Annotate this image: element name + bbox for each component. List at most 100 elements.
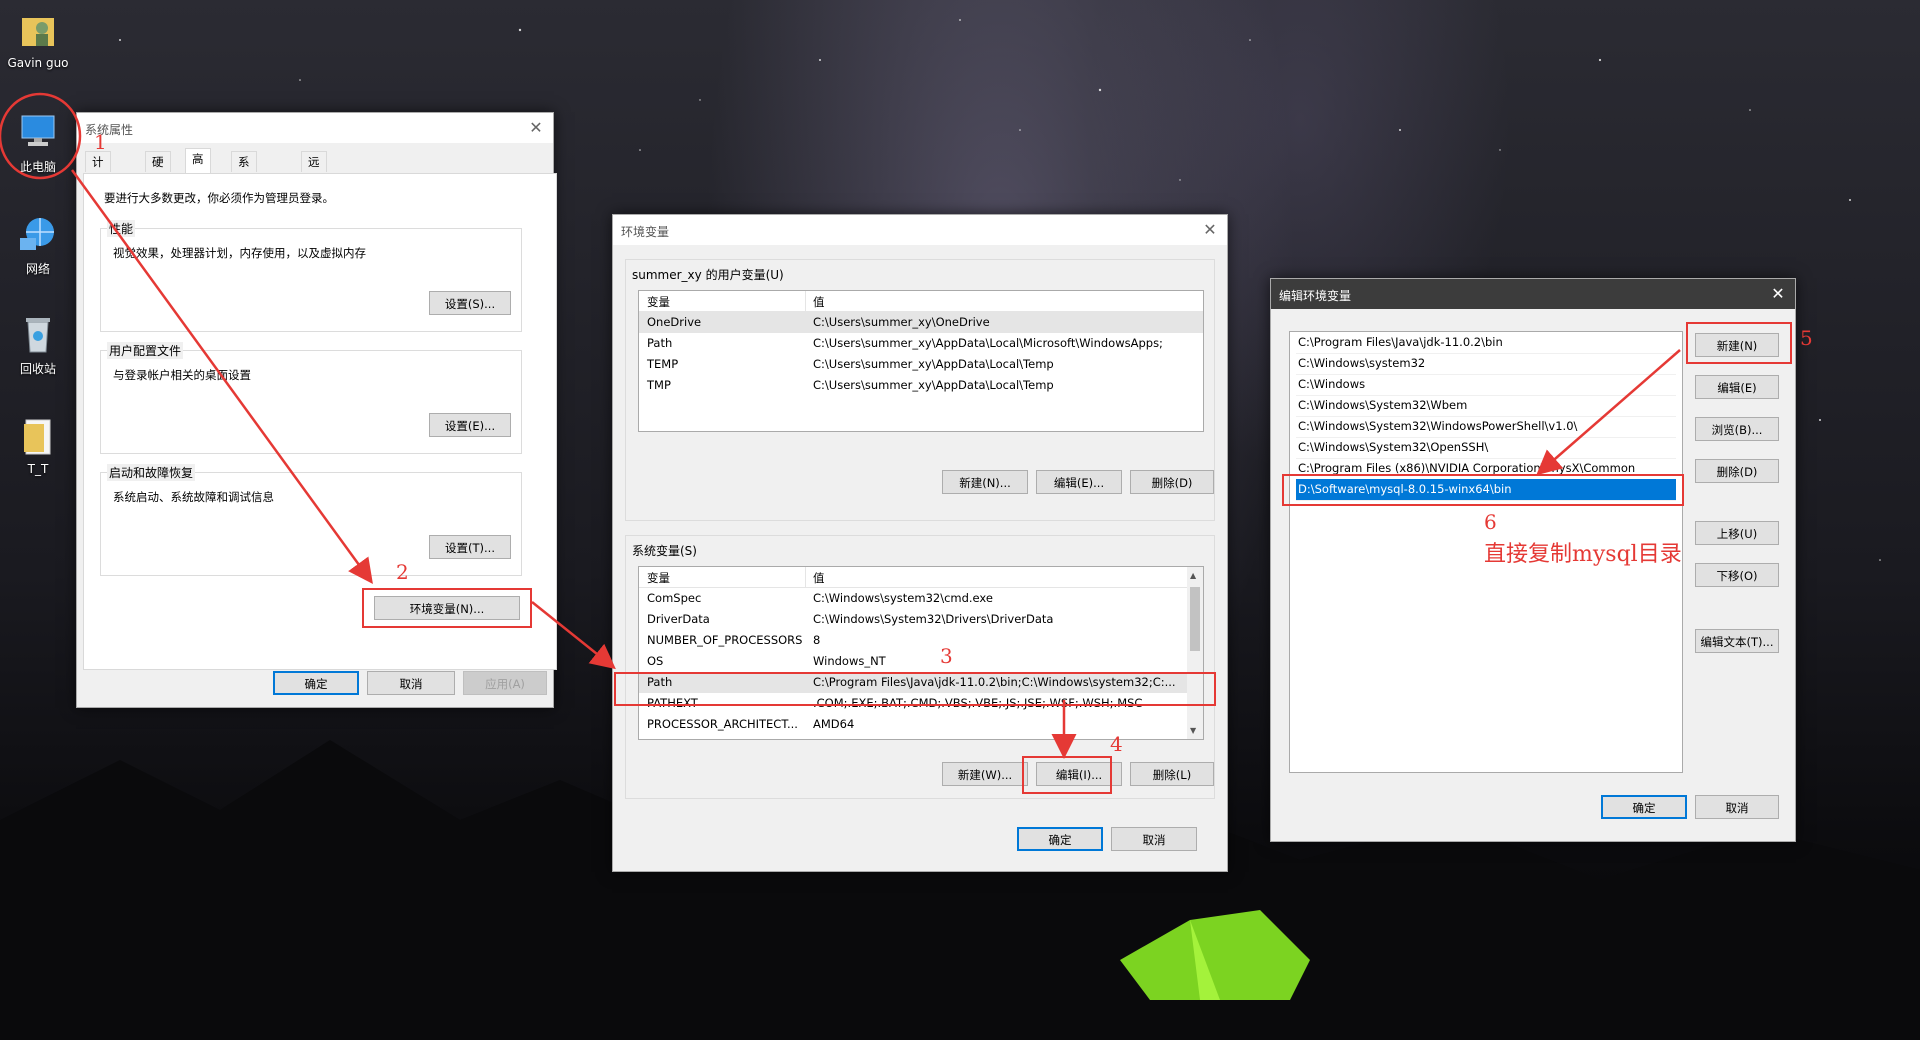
desktop-icon-this-pc[interactable]: 此电脑 bbox=[0, 110, 76, 175]
title-bar[interactable]: 编辑环境变量 ✕ bbox=[1271, 279, 1795, 309]
step-number: 5 bbox=[1800, 326, 1813, 350]
col-header-var[interactable]: 变量 bbox=[647, 570, 670, 586]
list-item[interactable]: C:\Windows\system32 bbox=[1296, 353, 1676, 375]
list-item[interactable]: C:\Windows\System32\Wbem bbox=[1296, 395, 1676, 417]
user-profile-group: 用户配置文件 与登录帐户相关的桌面设置 设置(E)... bbox=[100, 342, 522, 454]
close-icon[interactable]: ✕ bbox=[1769, 284, 1787, 303]
user-delete-button[interactable]: 删除(D) bbox=[1130, 470, 1214, 494]
window-title: 编辑环境变量 bbox=[1279, 289, 1352, 303]
ok-button[interactable]: 确定 bbox=[1017, 827, 1103, 851]
annotation-box-mysql-entry bbox=[1282, 474, 1684, 506]
move-up-button[interactable]: 上移(U) bbox=[1695, 521, 1779, 545]
user-vars-group: summer_xy 的用户变量(U) 变量 值 OneDrive C:\Users… bbox=[625, 259, 1215, 521]
browse-button[interactable]: 浏览(B)... bbox=[1695, 417, 1779, 441]
desktop-icon-label: Gavin guo bbox=[7, 56, 69, 70]
ok-button[interactable]: 确定 bbox=[273, 671, 359, 695]
title-bar[interactable]: 系统属性 ✕ bbox=[77, 113, 553, 143]
table-row[interactable]: TMP C:\Users\summer_xy\AppData\Local\Temp bbox=[639, 375, 1203, 396]
annotation-note: 直接复制mysql目录 bbox=[1484, 542, 1682, 567]
list-item[interactable]: C:\Windows\System32\WindowsPowerShell\v1… bbox=[1296, 416, 1676, 438]
user-profile-label: 用户配置文件 bbox=[107, 342, 184, 359]
close-icon[interactable]: ✕ bbox=[527, 118, 545, 137]
table-row[interactable]: TEMP C:\Users\summer_xy\AppData\Local\Tem… bbox=[639, 354, 1203, 375]
table-row[interactable]: OneDrive C:\Users\summer_xy\OneDrive bbox=[639, 312, 1203, 333]
table-row[interactable]: Path C:\Users\summer_xy\AppData\Local\Mic… bbox=[639, 333, 1203, 354]
admin-notice: 要进行大多数更改，你必须作为管理员登录。 bbox=[104, 191, 334, 205]
list-item[interactable]: C:\Windows\System32\OpenSSH\ bbox=[1296, 437, 1676, 459]
desktop-icon-label: 回收站 bbox=[19, 362, 56, 376]
step-number: 1 bbox=[94, 130, 107, 154]
system-vars-group: 系统变量(S) 变量 值 ComSpec C:\Windows\system32\… bbox=[625, 535, 1215, 799]
scrollbar[interactable]: ▲ ▼ bbox=[1187, 567, 1203, 739]
env-vars-window: 环境变量 ✕ summer_xy 的用户变量(U) 变量 值 OneDrive C… bbox=[612, 214, 1228, 872]
performance-label: 性能 bbox=[107, 220, 136, 237]
edit-text-button[interactable]: 编辑文本(T)... bbox=[1695, 629, 1779, 653]
close-icon[interactable]: ✕ bbox=[1201, 220, 1219, 239]
computer-icon bbox=[21, 115, 55, 146]
cancel-button[interactable]: 取消 bbox=[1695, 795, 1779, 819]
apply-button[interactable]: 应用(A) bbox=[463, 671, 547, 695]
desktop-icon-label: 此电脑 bbox=[19, 160, 56, 174]
ok-button[interactable]: 确定 bbox=[1601, 795, 1687, 819]
tab-system-protection[interactable]: 系统保护 bbox=[231, 151, 257, 229]
col-header-var[interactable]: 变量 bbox=[647, 294, 670, 310]
desktop-icon-user[interactable]: Gavin guo bbox=[0, 8, 76, 70]
step-number: 6 bbox=[1484, 510, 1497, 534]
user-profile-settings-button[interactable]: 设置(E)... bbox=[429, 413, 511, 437]
table-row[interactable]: OS Windows_NT bbox=[639, 651, 1203, 672]
performance-settings-button[interactable]: 设置(S)... bbox=[429, 291, 511, 315]
delete-entry-button[interactable]: 删除(D) bbox=[1695, 459, 1779, 483]
user-profile-desc: 与登录帐户相关的桌面设置 bbox=[113, 368, 251, 382]
window-title: 系统属性 bbox=[85, 123, 134, 137]
scroll-up-icon[interactable]: ▲ bbox=[1190, 571, 1196, 580]
cancel-button[interactable]: 取消 bbox=[1111, 827, 1197, 851]
annotation-box-edit-button bbox=[1022, 756, 1112, 794]
annotation-box-path-row bbox=[614, 672, 1216, 706]
list-header: 变量 值 bbox=[639, 291, 1203, 312]
system-delete-button[interactable]: 删除(L) bbox=[1130, 762, 1214, 786]
user-vars-label: summer_xy 的用户变量(U) bbox=[632, 268, 784, 282]
scroll-down-icon[interactable]: ▼ bbox=[1190, 726, 1196, 735]
list-item[interactable]: C:\Program Files\Java\jdk-11.0.2\bin bbox=[1296, 332, 1676, 354]
table-row[interactable]: ComSpec C:\Windows\system32\cmd.exe bbox=[639, 588, 1203, 609]
performance-group: 性能 视觉效果，处理器计划，内存使用，以及虚拟内存 设置(S)... bbox=[100, 220, 522, 332]
list-item[interactable]: C:\Windows bbox=[1296, 374, 1676, 396]
system-new-button[interactable]: 新建(W)... bbox=[942, 762, 1028, 786]
move-down-button[interactable]: 下移(O) bbox=[1695, 563, 1779, 587]
desktop-icon-folder[interactable]: T_T bbox=[0, 414, 76, 476]
step-number: 2 bbox=[396, 560, 409, 584]
scroll-thumb[interactable] bbox=[1190, 587, 1200, 651]
title-bar[interactable]: 环境变量 ✕ bbox=[613, 215, 1227, 245]
table-row[interactable]: DriverData C:\Windows\System32\Drivers\Dr… bbox=[639, 609, 1203, 630]
tab-advanced[interactable]: 高级 bbox=[185, 148, 211, 186]
col-header-val[interactable]: 值 bbox=[813, 570, 825, 586]
performance-desc: 视觉效果，处理器计划，内存使用，以及虚拟内存 bbox=[113, 246, 366, 260]
user-vars-list[interactable]: 变量 值 OneDrive C:\Users\summer_xy\OneDrive… bbox=[638, 290, 1204, 432]
window-title: 环境变量 bbox=[621, 225, 670, 239]
network-icon bbox=[20, 218, 54, 250]
folder-icon bbox=[24, 419, 51, 455]
startup-desc: 系统启动、系统故障和调试信息 bbox=[113, 490, 274, 504]
tab-hardware[interactable]: 硬件 bbox=[145, 151, 171, 189]
system-vars-label: 系统变量(S) bbox=[632, 544, 697, 558]
startup-group: 启动和故障恢复 系统启动、系统故障和调试信息 设置(T)... bbox=[100, 464, 522, 576]
desktop-icon-label: 网络 bbox=[25, 262, 50, 276]
tab-computer-name[interactable]: 计算机名 bbox=[85, 151, 111, 229]
list-header: 变量 值 bbox=[639, 567, 1203, 588]
table-row[interactable]: NUMBER_OF_PROCESSORS 8 bbox=[639, 630, 1203, 651]
tab-remote[interactable]: 远程 bbox=[301, 151, 327, 189]
system-vars-list[interactable]: 变量 值 ComSpec C:\Windows\system32\cmd.exe … bbox=[638, 566, 1204, 740]
desktop-icon-recycle[interactable]: 回收站 bbox=[0, 312, 76, 377]
edit-entry-button[interactable]: 编辑(E) bbox=[1695, 375, 1779, 399]
cancel-button[interactable]: 取消 bbox=[367, 671, 455, 695]
startup-settings-button[interactable]: 设置(T)... bbox=[429, 535, 511, 559]
col-header-val[interactable]: 值 bbox=[813, 294, 825, 310]
desktop-icon-label: T_T bbox=[27, 462, 49, 476]
user-edit-button[interactable]: 编辑(E)... bbox=[1036, 470, 1122, 494]
recycle-bin-icon bbox=[26, 318, 50, 353]
annotation-box-env-button bbox=[362, 588, 532, 628]
startup-label: 启动和故障恢复 bbox=[107, 464, 196, 481]
desktop-icon-network[interactable]: 网络 bbox=[0, 212, 76, 277]
step-number: 4 bbox=[1110, 732, 1123, 756]
user-new-button[interactable]: 新建(N)... bbox=[942, 470, 1028, 494]
